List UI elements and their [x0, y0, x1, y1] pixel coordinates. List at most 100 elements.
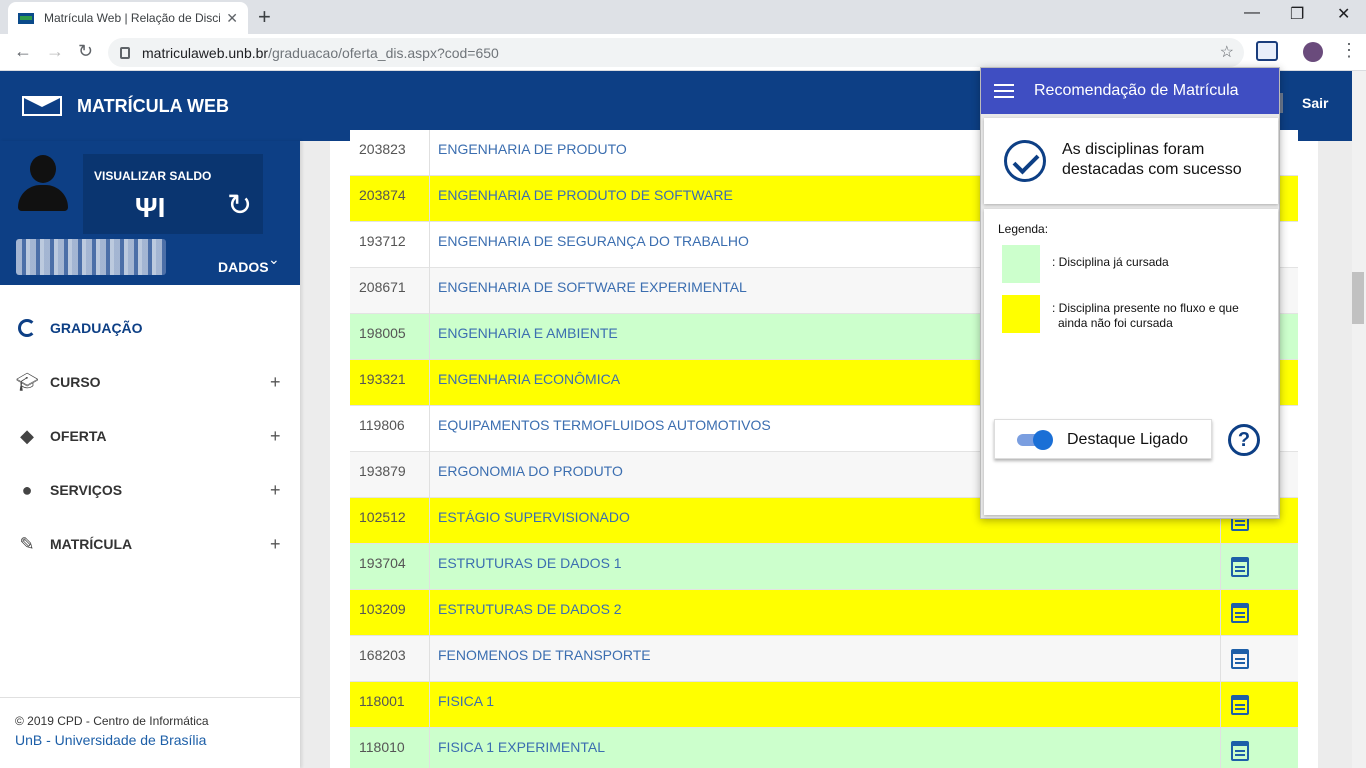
forward-arrow-icon[interactable]: → [46, 41, 64, 62]
course-name-link[interactable]: ENGENHARIA DE SOFTWARE EXPERIMENTAL [438, 279, 747, 295]
logout-button[interactable]: Sair [1302, 95, 1328, 111]
browser-tab[interactable]: Matrícula Web | Relação de Disci ✕ [8, 2, 248, 34]
course-name-link[interactable]: ERGONOMIA DO PRODUTO [438, 463, 623, 479]
check-circle-icon [1004, 140, 1046, 182]
help-icon[interactable]: ? [1228, 424, 1260, 456]
url-field[interactable]: matriculaweb.unb.br /graduacao/oferta_di… [108, 38, 1244, 67]
course-code: 193704 [359, 555, 406, 571]
bookmark-star-icon[interactable]: ☆ [1220, 42, 1234, 62]
legend-taken-text: : Disciplina já cursada [1052, 255, 1169, 269]
course-name-link[interactable]: ESTRUTURAS DE DADOS 2 [438, 601, 622, 617]
course-code: 193321 [359, 371, 406, 387]
course-name-link[interactable]: ENGENHARIA ECONÔMICA [438, 371, 620, 387]
extension-mail-icon[interactable] [1256, 41, 1278, 61]
sidebar-item-label: SERVIÇOS [50, 482, 123, 498]
success-line-2: destacadas com sucesso [1062, 161, 1242, 178]
scrollbar-thumb[interactable] [1352, 272, 1364, 324]
window-close-button[interactable]: ✕ [1337, 4, 1350, 24]
sidebar-menu: GRADUAÇÃO 🎓︎ CURSO + ◆ OFERTA + ● SERVIÇ… [0, 301, 300, 571]
back-arrow-icon[interactable]: ← [14, 41, 32, 62]
app-title: MATRÍCULA WEB [77, 96, 229, 116]
toggle-label: Destaque Ligado [1067, 431, 1188, 448]
column-divider [1220, 728, 1221, 768]
course-name-link[interactable]: FISICA 1 [438, 693, 494, 709]
chevron-down-icon[interactable]: ⌄ [268, 251, 280, 268]
calendar-icon[interactable] [1231, 603, 1249, 623]
sidebar-item-label: OFERTA [50, 428, 107, 444]
column-divider [429, 728, 430, 768]
new-tab-button[interactable]: + [258, 4, 271, 30]
sidebar-item-matricula[interactable]: ✎ MATRÍCULA + [0, 517, 300, 571]
calendar-icon[interactable] [1231, 741, 1249, 761]
user-data-button[interactable]: DADOS [218, 259, 269, 275]
sidebar-item-graduacao[interactable]: GRADUAÇÃO [0, 301, 300, 355]
expand-plus-icon[interactable]: + [270, 426, 281, 447]
calendar-icon[interactable] [1231, 695, 1249, 715]
course-name-link[interactable]: EQUIPAMENTOS TERMOFLUIDOS AUTOMOTIVOS [438, 417, 771, 433]
toggle-knob[interactable] [1033, 430, 1053, 450]
pencil-icon: ✎ [19, 533, 35, 554]
lock-icon [120, 46, 130, 59]
course-name-link[interactable]: ENGENHARIA DE PRODUTO DE SOFTWARE [438, 187, 733, 203]
column-divider [1220, 544, 1221, 590]
reload-icon[interactable]: ↻ [78, 41, 93, 62]
table-row: 103209 ESTRUTURAS DE DADOS 2 [350, 590, 1298, 636]
hamburger-menu-icon[interactable] [994, 84, 1014, 98]
tab-close-icon[interactable]: ✕ [226, 10, 238, 27]
expand-plus-icon[interactable]: + [270, 480, 281, 501]
legend-title: Legenda: [998, 222, 1049, 236]
sidebar-footer: © 2019 CPD - Centro de Informática UnB -… [0, 697, 300, 768]
course-code: 203823 [359, 141, 406, 157]
sidebar-item-curso[interactable]: 🎓︎ CURSO + [0, 355, 300, 409]
blurred-user-name [16, 239, 166, 275]
course-name-link[interactable]: ENGENHARIA DE PRODUTO [438, 141, 627, 157]
sidebar-item-oferta[interactable]: ◆ OFERTA + [0, 409, 300, 463]
calendar-icon[interactable] [1231, 649, 1249, 669]
unb-favicon-icon [18, 12, 34, 24]
expand-plus-icon[interactable]: + [270, 372, 281, 393]
university-link[interactable]: UnB - Universidade de Brasília [15, 732, 285, 748]
course-code: 102512 [359, 509, 406, 525]
recommendation-popup: Recomendação de Matrícula As disciplinas… [980, 67, 1280, 519]
balance-label: VISUALIZAR SALDO [94, 169, 212, 183]
legend-swatch-pending [1002, 295, 1040, 333]
refresh-icon[interactable]: ↻ [227, 188, 252, 223]
course-code: 118001 [359, 693, 405, 709]
course-name-link[interactable]: ESTÁGIO SUPERVISIONADO [438, 509, 630, 525]
url-path: /graduacao/oferta_dis.aspx?cod=650 [268, 44, 499, 61]
success-message: As disciplinas foram destacadas com suce… [1062, 140, 1242, 180]
table-row: 118001 FISICA 1 [350, 682, 1298, 728]
course-name-link[interactable]: FISICA 1 EXPERIMENTAL [438, 739, 605, 755]
highlight-toggle-button[interactable]: Destaque Ligado [994, 419, 1212, 459]
sidebar: VISUALIZAR SALDO ΨI ↻ DADOS ⌄ GRADUAÇÃO … [0, 141, 300, 768]
address-bar: ← → ↻ matriculaweb.unb.br /graduacao/ofe… [0, 34, 1366, 71]
course-code: 103209 [359, 601, 406, 617]
legend-pending-text: : Disciplina presente no fluxo e que ain… [1052, 301, 1239, 331]
expand-plus-icon[interactable]: + [270, 534, 281, 555]
sidebar-item-servicos[interactable]: ● SERVIÇOS + [0, 463, 300, 517]
legend-pending-line-1: : Disciplina presente no fluxo e que [1052, 301, 1239, 315]
table-row: 168203 FENOMENOS DE TRANSPORTE [350, 636, 1298, 682]
column-divider [1220, 682, 1221, 728]
course-name-link[interactable]: ENGENHARIA E AMBIENTE [438, 325, 618, 341]
column-divider [429, 636, 430, 682]
browser-menu-icon[interactable]: ⋮ [1340, 40, 1358, 61]
column-divider [429, 498, 430, 544]
course-name-link[interactable]: ESTRUTURAS DE DADOS 1 [438, 555, 622, 571]
course-name-link[interactable]: FENOMENOS DE TRANSPORTE [438, 647, 651, 663]
balance-button[interactable]: VISUALIZAR SALDO ΨI ↻ [83, 154, 263, 234]
course-code: 198005 [359, 325, 406, 341]
course-name-link[interactable]: ENGENHARIA DE SEGURANÇA DO TRABALHO [438, 233, 749, 249]
column-divider [429, 544, 430, 590]
column-divider [429, 130, 430, 176]
profile-avatar-icon[interactable] [1303, 42, 1323, 62]
calendar-icon[interactable] [1231, 557, 1249, 577]
column-divider [429, 452, 430, 498]
minimize-button[interactable]: — [1244, 4, 1260, 22]
maximize-button[interactable]: ❐ [1290, 4, 1304, 24]
sidebar-item-label: CURSO [50, 374, 101, 390]
page-scrollbar[interactable] [1352, 71, 1366, 768]
course-code: 168203 [359, 647, 406, 663]
graduation-cap-icon: 🎓︎ [15, 371, 39, 392]
url-host: matriculaweb.unb.br [142, 44, 269, 61]
